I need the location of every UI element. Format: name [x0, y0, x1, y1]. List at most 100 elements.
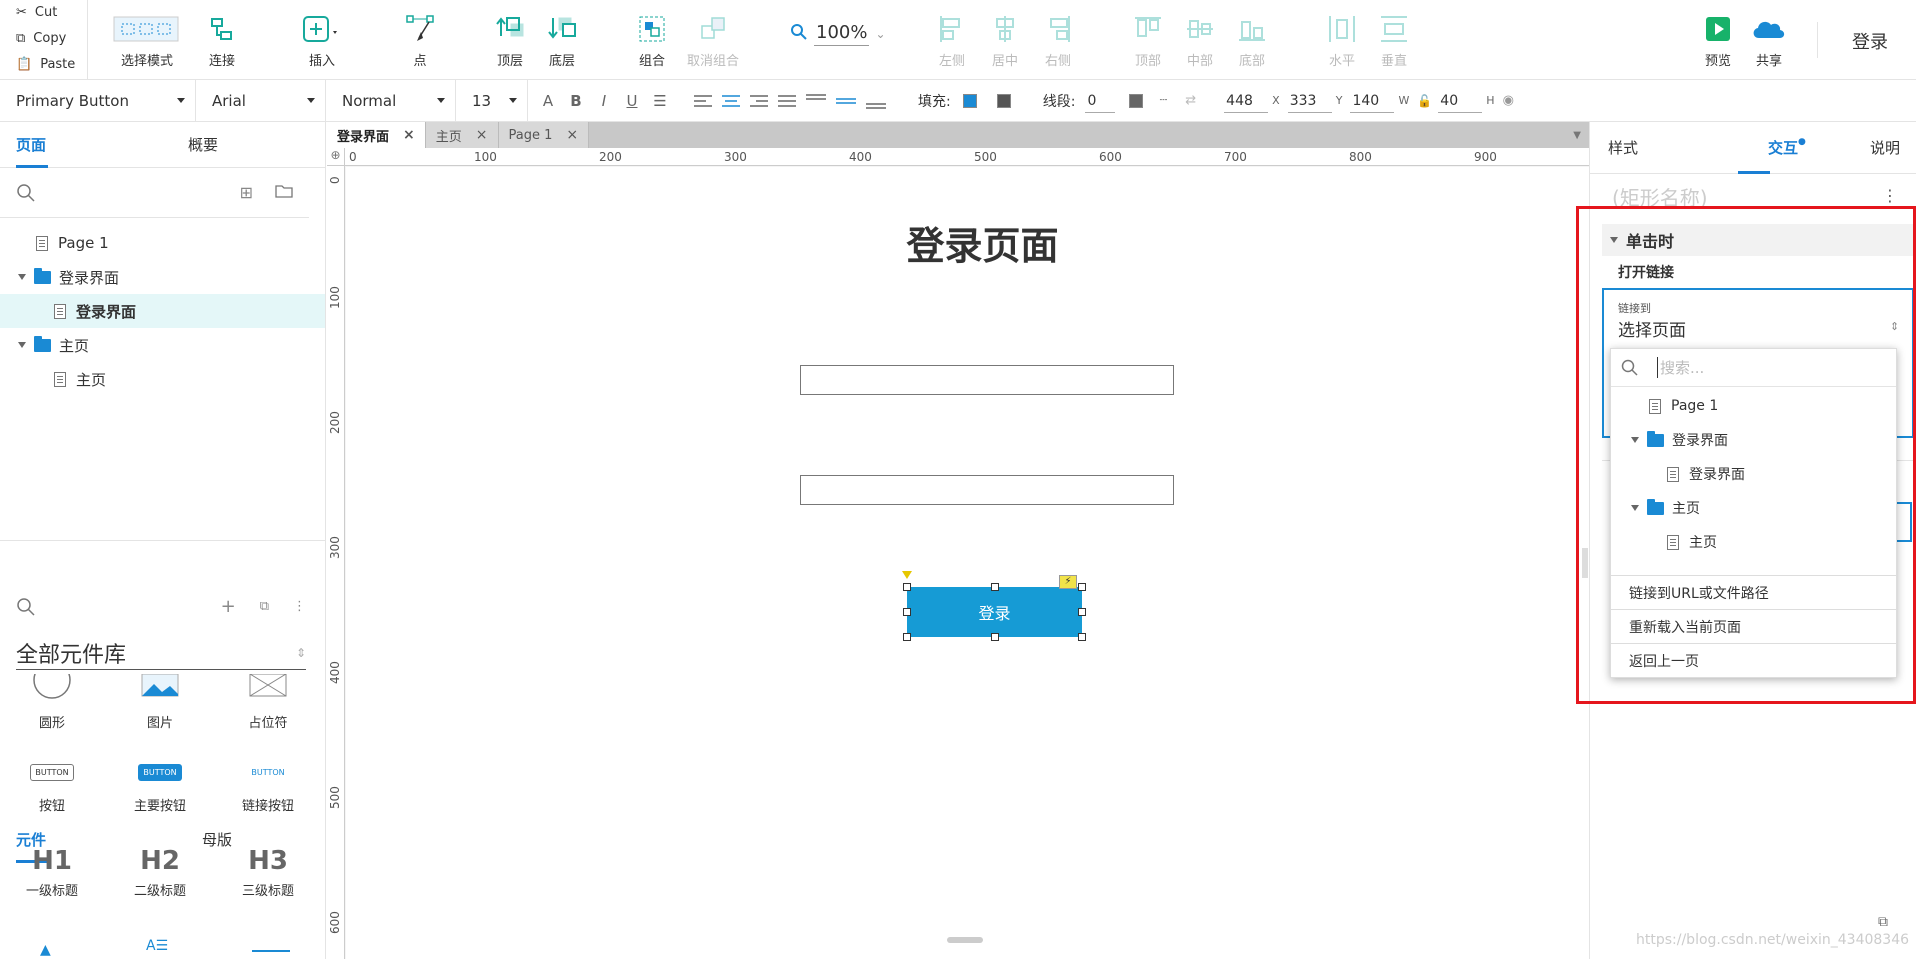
- page-item[interactable]: 主页: [0, 362, 325, 396]
- password-field[interactable]: [800, 475, 1174, 505]
- doc-tab-page1[interactable]: Page 1 ×: [498, 122, 590, 148]
- resize-handle[interactable]: [903, 583, 911, 591]
- tab-outline[interactable]: 概要: [172, 134, 234, 155]
- search-icon[interactable]: [16, 597, 36, 617]
- doc-tab-login[interactable]: 登录界面 ×: [327, 122, 426, 148]
- widget-link-button[interactable]: BUTTON 链接按钮: [228, 764, 308, 814]
- tab-notes[interactable]: 说明: [1854, 137, 1916, 158]
- resize-handle[interactable]: [903, 608, 911, 616]
- align-text-right-icon[interactable]: [748, 93, 770, 109]
- share-button[interactable]: 共享: [1739, 12, 1799, 69]
- stroke-color-swatch[interactable]: [1129, 93, 1144, 108]
- h-input[interactable]: 40: [1438, 89, 1483, 113]
- align-text-left-icon[interactable]: [692, 93, 714, 109]
- dropdown-page-item[interactable]: 登录界面: [1611, 457, 1896, 491]
- link-url-option[interactable]: 链接到URL或文件路径: [1611, 576, 1896, 610]
- go-back-option[interactable]: 返回上一页: [1611, 644, 1896, 678]
- search-icon[interactable]: [16, 183, 36, 203]
- popout-icon[interactable]: ⧉: [1878, 914, 1888, 930]
- font-select[interactable]: Arial: [196, 79, 326, 122]
- align-center-button[interactable]: 居中: [975, 12, 1035, 69]
- font-color-icon[interactable]: A: [534, 92, 562, 110]
- valign-bottom-icon[interactable]: [864, 92, 888, 110]
- eye-icon[interactable]: ◉: [1503, 93, 1514, 108]
- login-button[interactable]: 登录: [907, 587, 1082, 637]
- tab-interactions[interactable]: 交互●: [1752, 137, 1822, 158]
- tabs-overflow-icon[interactable]: ▼: [1573, 130, 1581, 141]
- bottom-layer-button[interactable]: 底层: [532, 12, 592, 69]
- resize-handle[interactable]: [990, 633, 999, 641]
- valign-top-icon[interactable]: [804, 92, 828, 110]
- widget-placeholder[interactable]: 占位符: [228, 674, 308, 731]
- resize-handle[interactable]: [903, 633, 911, 641]
- folder-item[interactable]: 登录界面: [0, 260, 325, 294]
- doc-tab-home[interactable]: 主页 ×: [425, 122, 499, 148]
- align-middle-button[interactable]: 中部: [1170, 12, 1230, 69]
- page-heading[interactable]: 登录页面: [346, 215, 1589, 270]
- add-page-icon[interactable]: ⊞: [240, 183, 253, 202]
- widget-h1[interactable]: H1 一级标题: [12, 846, 92, 899]
- align-text-center-icon[interactable]: [720, 93, 742, 109]
- arrow-style-icon[interactable]: ⇄: [1185, 93, 1196, 108]
- zoom-control[interactable]: 100% ⌄: [790, 22, 886, 46]
- connect-button[interactable]: 连接: [192, 12, 252, 69]
- fill-color-swatch[interactable]: [962, 93, 977, 108]
- event-header[interactable]: 单击时: [1602, 224, 1914, 256]
- caret-down-icon[interactable]: [18, 342, 26, 348]
- distribute-v-button[interactable]: 垂直: [1364, 12, 1424, 69]
- login-link[interactable]: 登录: [1852, 28, 1888, 54]
- list-icon[interactable]: ☰: [646, 92, 674, 110]
- resize-handle[interactable]: [990, 583, 999, 591]
- style-select[interactable]: Primary Button: [0, 79, 196, 122]
- more-vertical-icon[interactable]: ⋮: [293, 599, 306, 614]
- copy-button[interactable]: ⧉ Copy: [0, 26, 87, 52]
- size-select[interactable]: 13: [456, 79, 528, 122]
- close-icon[interactable]: ×: [566, 127, 578, 143]
- widget-button[interactable]: BUTTON 按钮: [12, 764, 92, 814]
- lock-icon[interactable]: 🔓: [1417, 94, 1432, 108]
- align-bottom-button[interactable]: 底部: [1222, 12, 1282, 69]
- bold-icon[interactable]: B: [562, 92, 590, 110]
- valign-middle-icon[interactable]: [834, 92, 858, 110]
- dropdown-page-item[interactable]: Page 1: [1611, 389, 1896, 423]
- align-top-button[interactable]: 顶部: [1118, 12, 1178, 69]
- w-input[interactable]: 140: [1350, 89, 1395, 113]
- widget-h2[interactable]: H2 二级标题: [120, 846, 200, 899]
- insert-button[interactable]: 插入: [292, 12, 352, 69]
- distribute-h-button[interactable]: 水平: [1312, 12, 1372, 69]
- caret-down-icon[interactable]: [18, 274, 26, 280]
- stroke-pattern-icon[interactable]: ┄: [1159, 93, 1167, 108]
- ungroup-button[interactable]: 取消组合: [683, 12, 743, 69]
- design-canvas[interactable]: 登录页面 登录 ⚡: [346, 167, 1589, 959]
- align-left-button[interactable]: 左侧: [922, 12, 982, 69]
- dropdown-search[interactable]: 搜索...: [1611, 349, 1896, 387]
- underline-icon[interactable]: U: [618, 92, 646, 110]
- reload-page-option[interactable]: 重新载入当前页面: [1611, 610, 1896, 644]
- resize-handle[interactable]: [1078, 633, 1086, 641]
- x-input[interactable]: 448: [1224, 89, 1269, 113]
- italic-icon[interactable]: I: [590, 92, 618, 110]
- page-item[interactable]: Page 1: [0, 226, 325, 260]
- folder-item[interactable]: 主页: [0, 328, 325, 362]
- dropdown-page-item[interactable]: 主页: [1611, 525, 1896, 559]
- resize-handle[interactable]: [1078, 608, 1086, 616]
- panel-splitter[interactable]: [1582, 548, 1588, 578]
- username-field[interactable]: [800, 365, 1174, 395]
- lightning-icon[interactable]: ⚡: [1059, 575, 1077, 589]
- add-library-icon[interactable]: +: [221, 596, 236, 617]
- widget-image[interactable]: 图片: [120, 674, 200, 731]
- align-text-justify-icon[interactable]: [776, 93, 798, 109]
- cut-button[interactable]: ✂ Cut: [0, 0, 87, 26]
- library-select[interactable]: 全部元件库 ⇕: [16, 636, 306, 670]
- shadow-swatch[interactable]: [996, 93, 1011, 108]
- group-button[interactable]: 组合: [622, 12, 682, 69]
- page-item-selected[interactable]: 登录界面: [0, 294, 325, 328]
- resize-handle[interactable]: [1078, 583, 1086, 591]
- weight-select[interactable]: Normal: [326, 79, 456, 122]
- tab-style[interactable]: 样式: [1590, 137, 1654, 158]
- dropdown-folder-item[interactable]: 登录界面: [1611, 423, 1896, 457]
- paste-button[interactable]: 📋 Paste: [0, 52, 87, 78]
- dropdown-folder-item[interactable]: 主页: [1611, 491, 1896, 525]
- align-right-button[interactable]: 右侧: [1028, 12, 1088, 69]
- close-icon[interactable]: ×: [403, 127, 415, 143]
